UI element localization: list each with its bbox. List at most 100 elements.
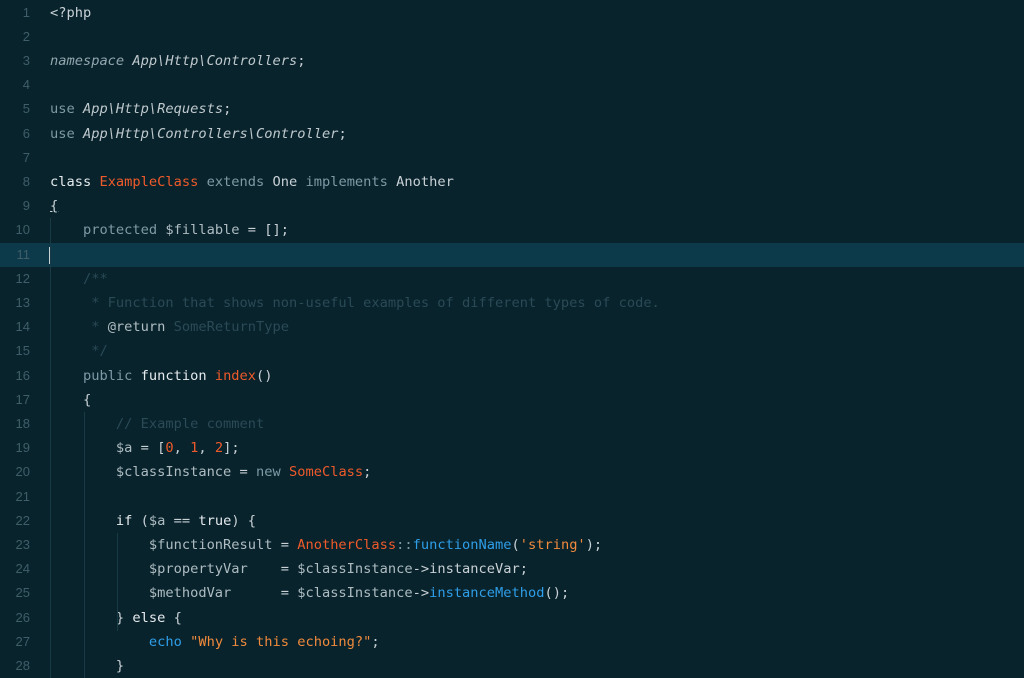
code-token: == bbox=[165, 512, 199, 529]
code-line[interactable]: 3 namespace App\Http\Controllers; bbox=[0, 49, 1024, 73]
line-number: 8 bbox=[22, 173, 30, 189]
code-line[interactable]: 15 */ bbox=[0, 339, 1024, 363]
code-line[interactable]: 17 { bbox=[0, 388, 1024, 412]
code-token: "Why is this echoing?" bbox=[190, 633, 372, 650]
code-line[interactable]: 14 * @return SomeReturnType bbox=[0, 315, 1024, 339]
code-token: extends bbox=[198, 173, 273, 190]
code-text[interactable]: /** bbox=[50, 267, 108, 291]
code-token: 0 bbox=[165, 440, 174, 457]
code-token: :: bbox=[396, 536, 413, 553]
line-number: 20 bbox=[15, 464, 30, 480]
line-number: 10 bbox=[15, 222, 30, 238]
code-line[interactable]: 18 // Example comment bbox=[0, 412, 1024, 436]
code-line[interactable]: 24 $propertyVar = $classInstance->instan… bbox=[0, 557, 1024, 581]
code-token: } bbox=[50, 657, 125, 674]
code-token: SomeClass bbox=[289, 464, 364, 481]
code-token: = bbox=[231, 585, 298, 602]
code-line[interactable]: 11 bbox=[0, 242, 1024, 267]
code-token: Another bbox=[396, 173, 454, 190]
code-line[interactable]: 28 } bbox=[0, 654, 1024, 678]
code-text[interactable]: { bbox=[50, 194, 58, 218]
code-token: namespace bbox=[50, 52, 133, 69]
code-text[interactable]: $a = [0, 1, 2]; bbox=[50, 436, 240, 460]
code-text[interactable]: protected $fillable = []; bbox=[50, 218, 289, 242]
code-token: -> bbox=[412, 585, 430, 602]
line-number: 9 bbox=[22, 198, 30, 214]
code-text[interactable]: $propertyVar = $classInstance->instanceV… bbox=[50, 557, 528, 581]
line-number: 11 bbox=[16, 246, 31, 262]
code-text[interactable]: <?php bbox=[50, 1, 91, 25]
code-token: = bbox=[272, 536, 298, 553]
code-token: = bbox=[231, 464, 257, 481]
code-token: $classInstance bbox=[297, 585, 413, 602]
code-text[interactable]: } bbox=[50, 654, 124, 678]
code-token: true bbox=[198, 512, 232, 529]
code-line[interactable]: 21 bbox=[0, 485, 1024, 509]
line-number: 4 bbox=[22, 77, 30, 93]
code-text[interactable]: $classInstance = new SomeClass; bbox=[50, 460, 372, 484]
code-line[interactable]: 20 $classInstance = new SomeClass; bbox=[0, 460, 1024, 484]
line-number: 26 bbox=[15, 609, 30, 625]
code-line[interactable]: 22 if ($a == true) { bbox=[0, 509, 1024, 533]
code-token: public bbox=[50, 367, 141, 384]
code-text[interactable]: public function index() bbox=[50, 364, 273, 388]
code-line[interactable]: 6 use App\Http\Controllers\Controller; bbox=[0, 122, 1024, 146]
code-line[interactable]: 4 bbox=[0, 73, 1024, 97]
code-line[interactable]: 10 protected $fillable = []; bbox=[0, 218, 1024, 242]
code-token: else bbox=[132, 609, 166, 626]
code-token: 'string' bbox=[519, 536, 586, 553]
code-line[interactable]: 5 use App\Http\Requests; bbox=[0, 97, 1024, 121]
code-text[interactable]: if ($a == true) { bbox=[50, 509, 256, 533]
code-line[interactable]: 23 $functionResult = AnotherClass::funct… bbox=[0, 533, 1024, 557]
code-line[interactable]: 7 bbox=[0, 146, 1024, 170]
code-text[interactable]: * Function that shows non-useful example… bbox=[50, 291, 660, 315]
code-line[interactable]: 27 echo "Why is this echoing?"; bbox=[0, 630, 1024, 654]
code-line[interactable]: 12 /** bbox=[0, 267, 1024, 291]
code-token: function bbox=[140, 367, 215, 384]
code-line[interactable]: 1 <?php bbox=[0, 1, 1024, 25]
code-token: ( bbox=[511, 536, 520, 553]
code-token: * bbox=[50, 319, 108, 336]
code-text[interactable]: class ExampleClass extends One implement… bbox=[50, 170, 454, 194]
line-number: 6 bbox=[22, 125, 30, 141]
code-text[interactable]: */ bbox=[50, 339, 108, 363]
code-text[interactable]: use App\Http\Requests; bbox=[50, 97, 231, 121]
code-line[interactable]: 25 $methodVar = $classInstance->instance… bbox=[0, 581, 1024, 605]
code-token: } bbox=[50, 609, 133, 626]
code-token: ; bbox=[338, 125, 347, 142]
code-token: ; bbox=[363, 464, 372, 481]
code-text[interactable]: * @return SomeReturnType bbox=[50, 315, 289, 339]
code-text[interactable]: $methodVar = $classInstance->instanceMet… bbox=[50, 581, 569, 605]
code-line[interactable]: 16 public function index() bbox=[0, 364, 1024, 388]
code-text[interactable]: // Example comment bbox=[50, 412, 264, 436]
code-line[interactable]: 9{ bbox=[0, 194, 1024, 218]
code-text[interactable]: use App\Http\Controllers\Controller; bbox=[50, 122, 347, 146]
code-line[interactable]: 2 bbox=[0, 25, 1024, 49]
code-line[interactable]: 26 } else { bbox=[0, 606, 1024, 630]
code-token: $a bbox=[148, 512, 166, 529]
code-line[interactable]: 19 $a = [0, 1, 2]; bbox=[0, 436, 1024, 460]
code-token: /** bbox=[50, 270, 108, 287]
line-number: 23 bbox=[15, 536, 30, 552]
code-token: $classInstance bbox=[297, 561, 413, 578]
code-token: = bbox=[247, 561, 298, 578]
code-text[interactable]: $functionResult = AnotherClass::function… bbox=[50, 533, 602, 557]
code-line[interactable]: 8 class ExampleClass extends One implemen… bbox=[0, 170, 1024, 194]
code-token: $classInstance bbox=[50, 464, 232, 481]
code-token: , bbox=[173, 440, 191, 457]
code-line[interactable]: 13 * Function that shows non-useful exam… bbox=[0, 291, 1024, 315]
code-token: */ bbox=[50, 343, 108, 360]
code-text[interactable]: { bbox=[50, 388, 91, 412]
code-token: new bbox=[256, 464, 289, 481]
line-number: 25 bbox=[15, 585, 30, 601]
line-number: 27 bbox=[15, 633, 30, 649]
code-text[interactable]: } else { bbox=[50, 606, 182, 630]
code-text[interactable]: namespace App\Http\Controllers; bbox=[50, 49, 305, 73]
code-editor[interactable]: 1 <?php 2 3 namespace App\Http\Controllers; 4… bbox=[0, 0, 1024, 678]
line-number: 16 bbox=[15, 367, 30, 383]
code-text[interactable]: echo "Why is this echoing?"; bbox=[50, 630, 380, 654]
line-number: 17 bbox=[15, 391, 30, 407]
code-token: SomeReturnType bbox=[165, 319, 289, 336]
code-token: * Function that shows non-useful example… bbox=[50, 294, 660, 311]
